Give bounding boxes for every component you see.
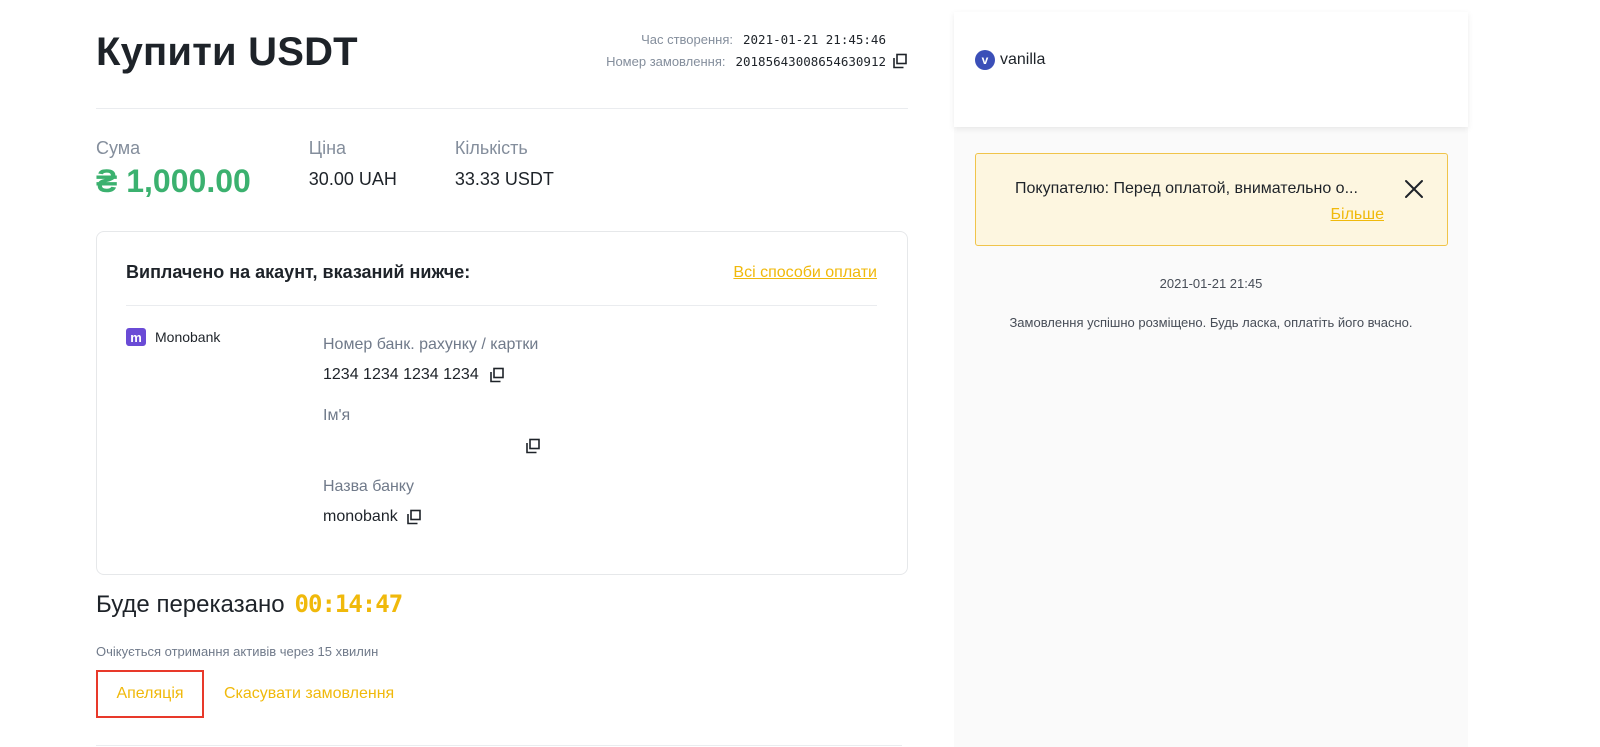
order-panel: Купити USDT Час створення: 2021-01-21 21… (96, 0, 908, 747)
message-timestamp: 2021-01-21 21:45 (1159, 276, 1263, 291)
quantity-label: Кількість (454, 138, 528, 158)
amount-column: Сума ₴ 1,000.00 (96, 138, 251, 200)
name-label: Ім'я (323, 407, 351, 424)
name-field: Ім'я (323, 407, 541, 456)
seller-notice: Покупателю: Перед оплатой, внимательно о… (975, 153, 1448, 246)
chat-header: v vanilla (954, 12, 1468, 127)
payment-card-divider (126, 305, 877, 306)
quantity-column: Кількість 33.33 USDT (455, 138, 554, 200)
close-icon[interactable] (1403, 178, 1425, 200)
counterparty[interactable]: v vanilla (975, 50, 1045, 70)
order-summary: Сума ₴ 1,000.00 Ціна 30.00 UAH Кількість… (96, 138, 612, 200)
account-number-field: Номер банк. рахунку / картки 1234 1234 1… (323, 336, 541, 385)
bank-name-value: monobank (323, 508, 398, 525)
account-number-label: Номер банк. рахунку / картки (323, 336, 539, 353)
copy-icon[interactable] (892, 53, 908, 69)
bank-method-name: Monobank (155, 329, 221, 345)
transfer-status: Буде переказано 00:14:47 (96, 590, 404, 619)
header-divider (96, 108, 908, 109)
order-actions: Апеляція Скасувати замовлення (96, 670, 394, 718)
copy-icon[interactable] (489, 367, 505, 383)
counterparty-name: vanilla (1000, 51, 1046, 68)
payment-card-header: Виплачено на акаунт, вказаний нижче: Всі… (126, 262, 877, 283)
expected-receipt-text: Очікується отримання активів через 15 хв… (96, 644, 379, 659)
payment-card-title: Виплачено на акаунт, вказаний нижче: (126, 262, 471, 282)
order-number-row: Номер замовлення: 20185643008654630912 (606, 50, 908, 72)
bottom-divider (96, 745, 902, 746)
bank-name-field: Назва банку monobank (323, 478, 541, 527)
monobank-logo-icon: m (126, 328, 146, 346)
order-meta: Час створення: 2021-01-21 21:45:46 Номер… (606, 28, 908, 72)
price-value: 30.00 UAH (308, 169, 397, 189)
chat-panel: v vanilla Покупателю: Перед оплатой, вни… (954, 12, 1468, 747)
copy-icon[interactable] (525, 438, 541, 454)
page-title: Купити USDT (96, 30, 358, 74)
order-number-label: Номер замовлення: (606, 53, 726, 69)
price-column: Ціна 30.00 UAH (309, 138, 397, 200)
account-number-row: 1234 1234 1234 1234 (323, 365, 541, 385)
bank-name-label: Назва банку (323, 478, 414, 495)
amount-value: ₴ 1,000.00 (96, 163, 251, 199)
notice-text: Покупателю: Перед оплатой, внимательно о… (1015, 180, 1358, 197)
created-value: 2021-01-21 21:45:46 (743, 31, 886, 47)
copy-icon[interactable] (406, 509, 422, 525)
order-number-value: 20185643008654630912 (735, 53, 886, 69)
notice-more-link[interactable]: Більше (1331, 206, 1384, 224)
payment-fields: Номер банк. рахунку / картки 1234 1234 1… (323, 336, 541, 549)
amount-label: Сума (96, 138, 141, 158)
system-message: Замовлення успішно розміщено. Будь ласка… (1009, 315, 1413, 330)
quantity-value: 33.33 USDT (454, 169, 554, 189)
created-label: Час створення: (641, 31, 733, 47)
price-label: Ціна (308, 138, 347, 158)
bank-name-row: monobank (323, 507, 541, 527)
avatar: v (975, 50, 995, 70)
name-row (323, 436, 541, 456)
appeal-button[interactable]: Апеляція (96, 670, 204, 718)
transfer-label: Буде переказано (96, 591, 285, 618)
created-row: Час створення: 2021-01-21 21:45:46 (606, 28, 908, 50)
all-payment-methods-link[interactable]: Всі способи оплати (733, 264, 877, 282)
bank-method[interactable]: m Monobank (126, 328, 220, 346)
payment-card: Виплачено на акаунт, вказаний нижче: Всі… (96, 231, 908, 575)
cancel-order-link[interactable]: Скасувати замовлення (224, 685, 394, 703)
account-number-value: 1234 1234 1234 1234 (323, 366, 479, 383)
countdown-timer: 00:14:47 (294, 590, 404, 618)
